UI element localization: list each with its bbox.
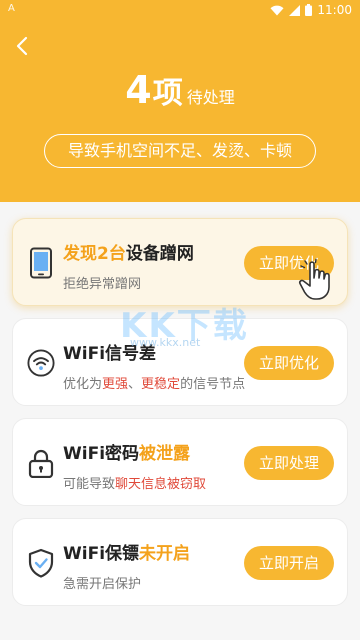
pending-count: 4项 待处理 [0,68,360,112]
optimize-button[interactable]: 立即优化 [244,346,334,380]
enable-button[interactable]: 立即开启 [244,546,334,580]
card-wifi-signal: WiFi信号差 优化为更强、更稳定的信号节点 立即优化 [12,318,348,406]
pending-count-number: 4 [125,68,153,112]
pointing-hand-icon [296,258,340,306]
card-title: WiFi密码被泄露 [63,444,191,464]
phone-icon [27,247,55,279]
handle-button[interactable]: 立即处理 [244,446,334,480]
header-banner: A 11:00 4项 待处理 导致手机空间不足、发烫、卡顿 [0,0,360,202]
signal-icon [289,4,301,16]
card-title: WiFi保镖未开启 [63,544,191,564]
card-wifi-password: WiFi密码被泄露 可能导致聊天信息被窃取 立即处理 [12,418,348,506]
card-title: 发现2台设备蹭网 [63,244,194,264]
status-notification-glyph: A [8,3,15,14]
wifi-status-icon [270,5,284,15]
shield-icon [27,547,55,579]
card-subtitle: 优化为更强、更稳定的信号节点 [63,377,246,392]
pending-count-unit: 项 [152,76,183,111]
lock-icon [27,447,55,479]
card-title: WiFi信号差 [63,344,157,364]
back-button[interactable] [10,32,34,60]
wifi-icon [27,347,55,379]
card-subtitle: 拒绝异常蹭网 [63,277,142,292]
card-wifi-guard: WiFi保镖未开启 急需开启保护 立即开启 [12,518,348,606]
card-subtitle: 急需开启保护 [63,577,142,592]
warning-subtitle: 导致手机空间不足、发烫、卡顿 [44,134,316,168]
card-subtitle: 可能导致聊天信息被窃取 [63,477,207,492]
pending-count-suffix: 待处理 [186,88,235,107]
status-time: 11:00 [317,3,352,17]
chevron-left-icon [16,36,28,56]
battery-icon [305,4,313,16]
status-bar: A 11:00 [0,0,360,20]
